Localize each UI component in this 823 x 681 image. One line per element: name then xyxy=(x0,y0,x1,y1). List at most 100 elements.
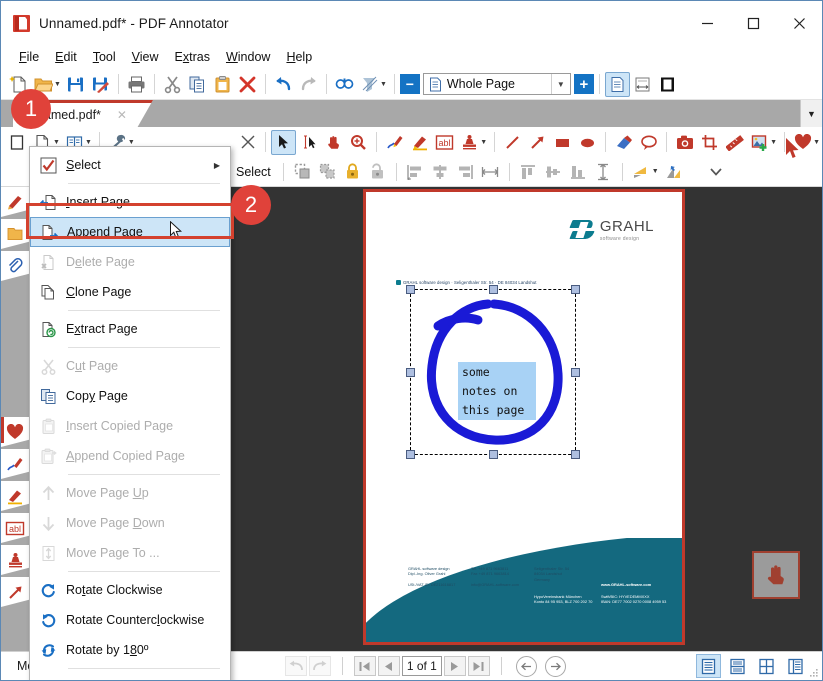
dock-favorites-tab[interactable] xyxy=(1,417,29,447)
ungroup-icon[interactable] xyxy=(315,159,340,184)
handle-bottom-right[interactable] xyxy=(571,450,580,459)
single-page-layout-button[interactable] xyxy=(696,654,722,678)
page-context-menu[interactable]: Select ▶ Insert Page Append Page Delete … xyxy=(29,146,231,680)
menu-view[interactable]: View xyxy=(124,47,167,67)
line-color-icon[interactable] xyxy=(661,159,686,184)
menu-edit[interactable]: Edit xyxy=(47,47,85,67)
minimize-button[interactable] xyxy=(684,1,730,45)
menu-tool[interactable]: Tool xyxy=(85,47,124,67)
handle-top-left[interactable] xyxy=(406,285,415,294)
menu-item-select[interactable]: Select ▶ xyxy=(30,150,230,180)
close-button[interactable] xyxy=(776,1,822,45)
handle-bottom-left[interactable] xyxy=(406,450,415,459)
align-center-horizontal-icon[interactable] xyxy=(428,159,453,184)
zoom-out-button[interactable]: − xyxy=(399,74,420,94)
continuous-view-icon[interactable] xyxy=(630,72,655,97)
menu-item-crop-pages[interactable]: Crop Pages... xyxy=(30,672,230,680)
dock-arrow-tool[interactable] xyxy=(1,577,29,607)
page-number-indicator[interactable]: 1 of 1 xyxy=(401,656,442,676)
menu-item-extract-page[interactable]: Extract Page xyxy=(30,314,230,344)
align-right-icon[interactable] xyxy=(453,159,478,184)
distribute-horizontal-icon[interactable] xyxy=(478,159,503,184)
callout-icon[interactable] xyxy=(636,130,661,155)
navigate-back-button[interactable] xyxy=(515,655,537,677)
zoom-tool-icon[interactable] xyxy=(346,130,371,155)
undo-page-nav-button[interactable] xyxy=(284,656,307,676)
two-page-layout-button[interactable] xyxy=(725,654,750,678)
page-border-icon[interactable] xyxy=(5,130,30,155)
undo-icon[interactable] xyxy=(271,72,296,97)
ruler-icon[interactable] xyxy=(722,130,747,155)
pen-icon[interactable] xyxy=(382,130,407,155)
dock-textbox-tool[interactable]: abl xyxy=(1,513,29,543)
zoom-in-button[interactable]: + xyxy=(573,74,594,94)
page-frame[interactable]: GRAHL software design GRAHL software des… xyxy=(363,189,685,645)
dock-pen-tool[interactable] xyxy=(1,449,29,479)
select-arrow-icon[interactable] xyxy=(271,129,297,155)
dock-stamp-tool[interactable] xyxy=(1,545,29,575)
zoom-level-combobox[interactable]: Whole Page ▼ xyxy=(422,73,571,95)
menu-item-rotate-counterclockwise[interactable]: Rotate Counterclockwise xyxy=(30,605,230,635)
delete-icon[interactable] xyxy=(235,72,260,97)
hand-tool-floating-button[interactable] xyxy=(752,551,800,599)
lock-icon[interactable] xyxy=(340,159,365,184)
menu-item-append-page[interactable]: Append Page xyxy=(30,217,230,247)
next-page-button[interactable] xyxy=(443,656,466,676)
handle-middle-left[interactable] xyxy=(406,368,415,377)
line-icon[interactable] xyxy=(500,130,525,155)
copy-icon[interactable] xyxy=(185,72,210,97)
tab-close-icon[interactable]: ✕ xyxy=(117,108,127,122)
handle-bottom-center[interactable] xyxy=(489,450,498,459)
close-toolbar-icon[interactable] xyxy=(235,130,260,155)
menu-item-copy-page[interactable]: Copy Page xyxy=(30,381,230,411)
maximize-button[interactable] xyxy=(730,1,776,45)
print-icon[interactable] xyxy=(124,72,149,97)
dock-bookmarks-tab[interactable] xyxy=(1,187,29,217)
grid-layout-button[interactable] xyxy=(754,654,779,678)
tab-list-dropdown[interactable]: ▼ xyxy=(800,100,822,127)
cut-icon[interactable] xyxy=(160,72,185,97)
align-top-icon[interactable] xyxy=(516,159,541,184)
menu-window[interactable]: Window xyxy=(218,47,278,67)
pan-hand-icon[interactable] xyxy=(321,130,346,155)
full-page-view-icon[interactable] xyxy=(655,72,680,97)
redo-icon[interactable] xyxy=(296,72,321,97)
dock-attachments-tab[interactable] xyxy=(1,251,29,281)
align-left-icon[interactable] xyxy=(403,159,428,184)
save-as-document-icon[interactable] xyxy=(88,72,113,97)
menu-item-rotate-180[interactable]: Rotate by 180º xyxy=(30,635,230,665)
last-page-button[interactable] xyxy=(467,656,490,676)
fill-color-icon[interactable] xyxy=(629,159,654,184)
first-page-button[interactable] xyxy=(353,656,376,676)
single-page-view-icon[interactable] xyxy=(604,71,630,97)
previous-page-button[interactable] xyxy=(377,656,400,676)
menu-extras[interactable]: Extras xyxy=(167,47,218,67)
align-center-vertical-icon[interactable] xyxy=(541,159,566,184)
pdf-page[interactable]: GRAHL software design GRAHL software des… xyxy=(366,192,682,642)
group-icon[interactable] xyxy=(290,159,315,184)
paste-icon[interactable] xyxy=(210,72,235,97)
navigate-forward-button[interactable] xyxy=(544,655,566,677)
clear-page-icon[interactable] xyxy=(357,72,382,97)
redo-page-nav-button[interactable] xyxy=(308,656,331,676)
align-bottom-icon[interactable] xyxy=(566,159,591,184)
arrow-icon[interactable] xyxy=(525,130,550,155)
thumbnail-layout-button[interactable] xyxy=(783,654,808,678)
snapshot-icon[interactable] xyxy=(672,130,697,155)
more-options-chevron-icon[interactable] xyxy=(704,159,729,184)
dock-pages-tab[interactable] xyxy=(1,219,29,249)
eraser-icon[interactable] xyxy=(611,130,636,155)
menu-item-insert-page[interactable]: Insert Page xyxy=(30,187,230,217)
stamp-icon[interactable] xyxy=(457,130,482,155)
menu-item-clone-page[interactable]: Clone Page xyxy=(30,277,230,307)
text-select-icon[interactable] xyxy=(296,130,321,155)
highlighter-icon[interactable] xyxy=(407,130,432,155)
ellipse-icon[interactable] xyxy=(575,130,600,155)
resize-grip-icon[interactable] xyxy=(809,667,819,677)
find-icon[interactable] xyxy=(332,72,357,97)
menu-item-rotate-clockwise[interactable]: Rotate Clockwise xyxy=(30,575,230,605)
menu-file[interactable]: File xyxy=(11,47,47,67)
handle-top-right[interactable] xyxy=(571,285,580,294)
menu-help[interactable]: Help xyxy=(278,47,320,67)
handle-middle-right[interactable] xyxy=(571,368,580,377)
